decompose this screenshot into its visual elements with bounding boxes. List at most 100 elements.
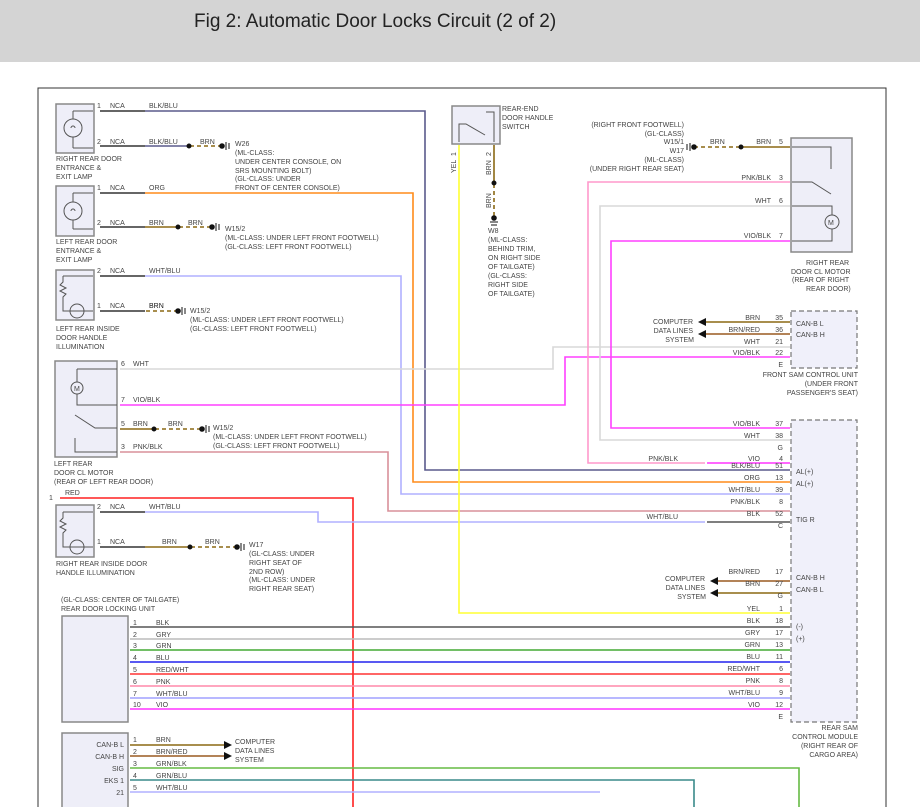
svg-text:5: 5 [133,785,137,792]
svg-text:BRN/RED: BRN/RED [156,749,188,756]
rear-sam-pin-function: AL(+) [796,481,813,488]
arrow-icon [698,330,706,338]
rear-sam-wire-color: BLU [746,654,760,661]
svg-text:GRY: GRY [156,632,171,639]
svg-text:21: 21 [775,339,783,346]
rear-sam-pin-number: 4 [779,456,783,463]
rear-sam-wire-color: PNK [746,678,761,685]
svg-text:BLU: BLU [156,655,170,662]
svg-text:VIO: VIO [156,702,169,709]
svg-text:2ND ROW): 2ND ROW) [249,569,284,576]
rear-sam-control-module [790,419,858,723]
svg-text:CARGO AREA): CARGO AREA) [809,752,858,759]
rr-entrance-lamp [55,103,95,154]
svg-text:RIGHT SIDE: RIGHT SIDE [488,282,528,289]
svg-text:LEFT REAR DOOR: LEFT REAR DOOR [56,239,117,246]
svg-text:(ML-CLASS: UNDER LEFT FRONT FO: (ML-CLASS: UNDER LEFT FRONT FOOTWELL) [190,317,344,324]
rear-sam-wire-color: VIO [748,702,761,709]
svg-text:BRN: BRN [745,315,760,322]
svg-text:REAR DOOR LOCKING UNIT: REAR DOOR LOCKING UNIT [61,606,156,613]
svg-text:(GL-CLASS: LEFT FRONT FOOTWELL: (GL-CLASS: LEFT FRONT FOOTWELL) [213,443,340,450]
rear-sam-pin-function: (+) [796,636,805,643]
svg-text:ENTRANCE &: ENTRANCE & [56,248,101,255]
rear-sam-pin-number: 13 [775,642,783,649]
rear-sam-pin-number: 9 [779,690,783,697]
svg-text:(GL-CLASS): (GL-CLASS) [645,131,684,138]
svg-text:BEHIND TRIM,: BEHIND TRIM, [488,246,535,253]
svg-text:7: 7 [133,691,137,698]
svg-text:BRN: BRN [486,160,493,175]
svg-text:NCA: NCA [110,103,125,110]
svg-text:LEFT REAR: LEFT REAR [54,461,92,468]
rear-sam-pin-number: C [778,523,783,530]
svg-text:GRN/BLU: GRN/BLU [156,773,187,780]
svg-text:ILLUMINATION: ILLUMINATION [56,344,105,351]
svg-text:NCA: NCA [110,539,125,546]
rear-sam-pin-function: CAN-B H [796,575,825,582]
svg-text:(GL-CLASS: LEFT FRONT FOOTWELL: (GL-CLASS: LEFT FRONT FOOTWELL) [225,244,352,251]
svg-text:BRN: BRN [162,539,177,546]
svg-text:(GL-CLASS:: (GL-CLASS: [488,273,527,280]
svg-text:DATA LINES: DATA LINES [235,748,275,755]
svg-text:DOOR HANDLE: DOOR HANDLE [56,335,108,342]
rear-sam-wire-color: WHT/BLU [729,690,761,697]
svg-text:W15/2: W15/2 [213,425,233,432]
svg-text:NCA: NCA [110,268,125,275]
svg-text:CAN-B L: CAN-B L [96,742,124,749]
svg-text:BRN: BRN [133,421,148,428]
svg-text:OF TAILGATE): OF TAILGATE) [488,291,535,298]
svg-text:BLK: BLK [156,620,170,627]
rear-sam-wire-color: GRY [745,630,760,637]
svg-text:(GL-CLASS: CENTER OF TAILGATE): (GL-CLASS: CENTER OF TAILGATE) [61,597,179,604]
rear-sam-pin-number: 27 [775,581,783,588]
svg-text:W17: W17 [670,148,685,155]
rear-sam-pin-number: 18 [775,618,783,625]
svg-text:WHT/BLU: WHT/BLU [156,691,188,698]
svg-text:5: 5 [121,421,125,428]
svg-text:CONTROL MODULE: CONTROL MODULE [792,734,858,741]
wire-wht [120,346,790,370]
svg-text:GRN: GRN [156,643,172,650]
svg-text:6: 6 [121,361,125,368]
svg-text:BLK/BLU: BLK/BLU [149,103,178,110]
arrow-icon [710,577,718,585]
svg-text:7: 7 [779,233,783,240]
svg-text:DOOR CL MOTOR: DOOR CL MOTOR [54,470,114,477]
svg-text:2: 2 [486,152,493,156]
rear-sam-wire-color: BRN [745,581,760,588]
rear-sam-pin-number: G [778,445,783,452]
svg-text:WHT/BLU: WHT/BLU [149,268,181,275]
svg-text:VIO/BLK: VIO/BLK [744,233,772,240]
rear-sam-wire-color: ORG [744,475,760,482]
svg-text:(ML-CLASS:: (ML-CLASS: [488,237,527,244]
svg-text:2: 2 [97,139,101,146]
svg-text:BRN: BRN [168,421,183,428]
svg-text:W15/1: W15/1 [664,139,684,146]
svg-text:BRN: BRN [710,139,725,146]
rear-sam-pin-number: E [778,714,783,721]
rear-sam-pin-number: 51 [775,463,783,470]
svg-text:SIG: SIG [112,766,124,773]
svg-text:FRONT SAM CONTROL UNIT: FRONT SAM CONTROL UNIT [763,372,859,379]
rear-sam-wire-color: BRN/RED [728,569,760,576]
svg-text:6: 6 [779,198,783,205]
svg-text:VIO/BLK: VIO/BLK [733,350,761,357]
rear-sam-pin-function: TIG R [796,517,815,524]
rear-sam-wire-color: RED/WHT [727,666,760,673]
svg-text:5: 5 [133,667,137,674]
rear-sam-wire-color: VIO/BLK [733,421,761,428]
svg-text:CAN-B L: CAN-B L [796,321,824,328]
svg-text:1: 1 [49,495,53,502]
svg-text:3: 3 [121,444,125,451]
motor-symbol: M [74,386,80,393]
svg-text:SYSTEM: SYSTEM [235,757,264,764]
svg-text:COMPUTER: COMPUTER [653,319,693,326]
wire-vio-blk [120,356,790,406]
svg-text:EKS 1: EKS 1 [104,778,124,785]
svg-text:(ML-CLASS): (ML-CLASS) [644,157,684,164]
svg-text:W8: W8 [488,228,499,235]
svg-text:3: 3 [779,175,783,182]
svg-text:3: 3 [133,643,137,650]
svg-text:BRN: BRN [205,539,220,546]
svg-text:BRN: BRN [149,220,164,227]
